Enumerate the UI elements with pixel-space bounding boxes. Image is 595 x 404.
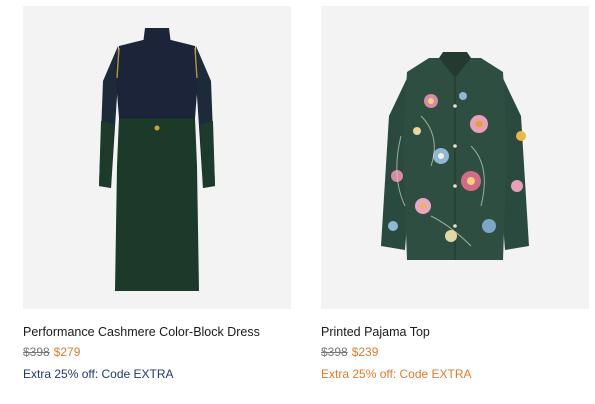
product-image-dress[interactable] <box>23 6 291 309</box>
product-card[interactable]: Printed Pajama Top $398 $239 Extra 25% of… <box>321 6 589 382</box>
product-name[interactable]: Printed Pajama Top <box>321 324 589 340</box>
price-row: $398 $279 <box>23 344 291 360</box>
price-row: $398 $239 <box>321 344 589 360</box>
original-price: $398 <box>23 345 50 359</box>
promo-text: Extra 25% off: Code EXTRA <box>23 367 174 381</box>
product-image-pajama-top[interactable] <box>321 6 589 309</box>
dress-illustration <box>99 28 215 291</box>
product-name[interactable]: Performance Cashmere Color-Block Dress <box>23 324 291 340</box>
product-card[interactable]: Performance Cashmere Color-Block Dress $… <box>23 6 291 382</box>
sale-price: $239 <box>351 345 379 359</box>
original-price: $398 <box>321 345 348 359</box>
promo-text: Extra 25% off: Code EXTRA <box>321 367 472 381</box>
pajama-top-illustration <box>381 52 529 260</box>
sale-price: $279 <box>53 345 81 359</box>
